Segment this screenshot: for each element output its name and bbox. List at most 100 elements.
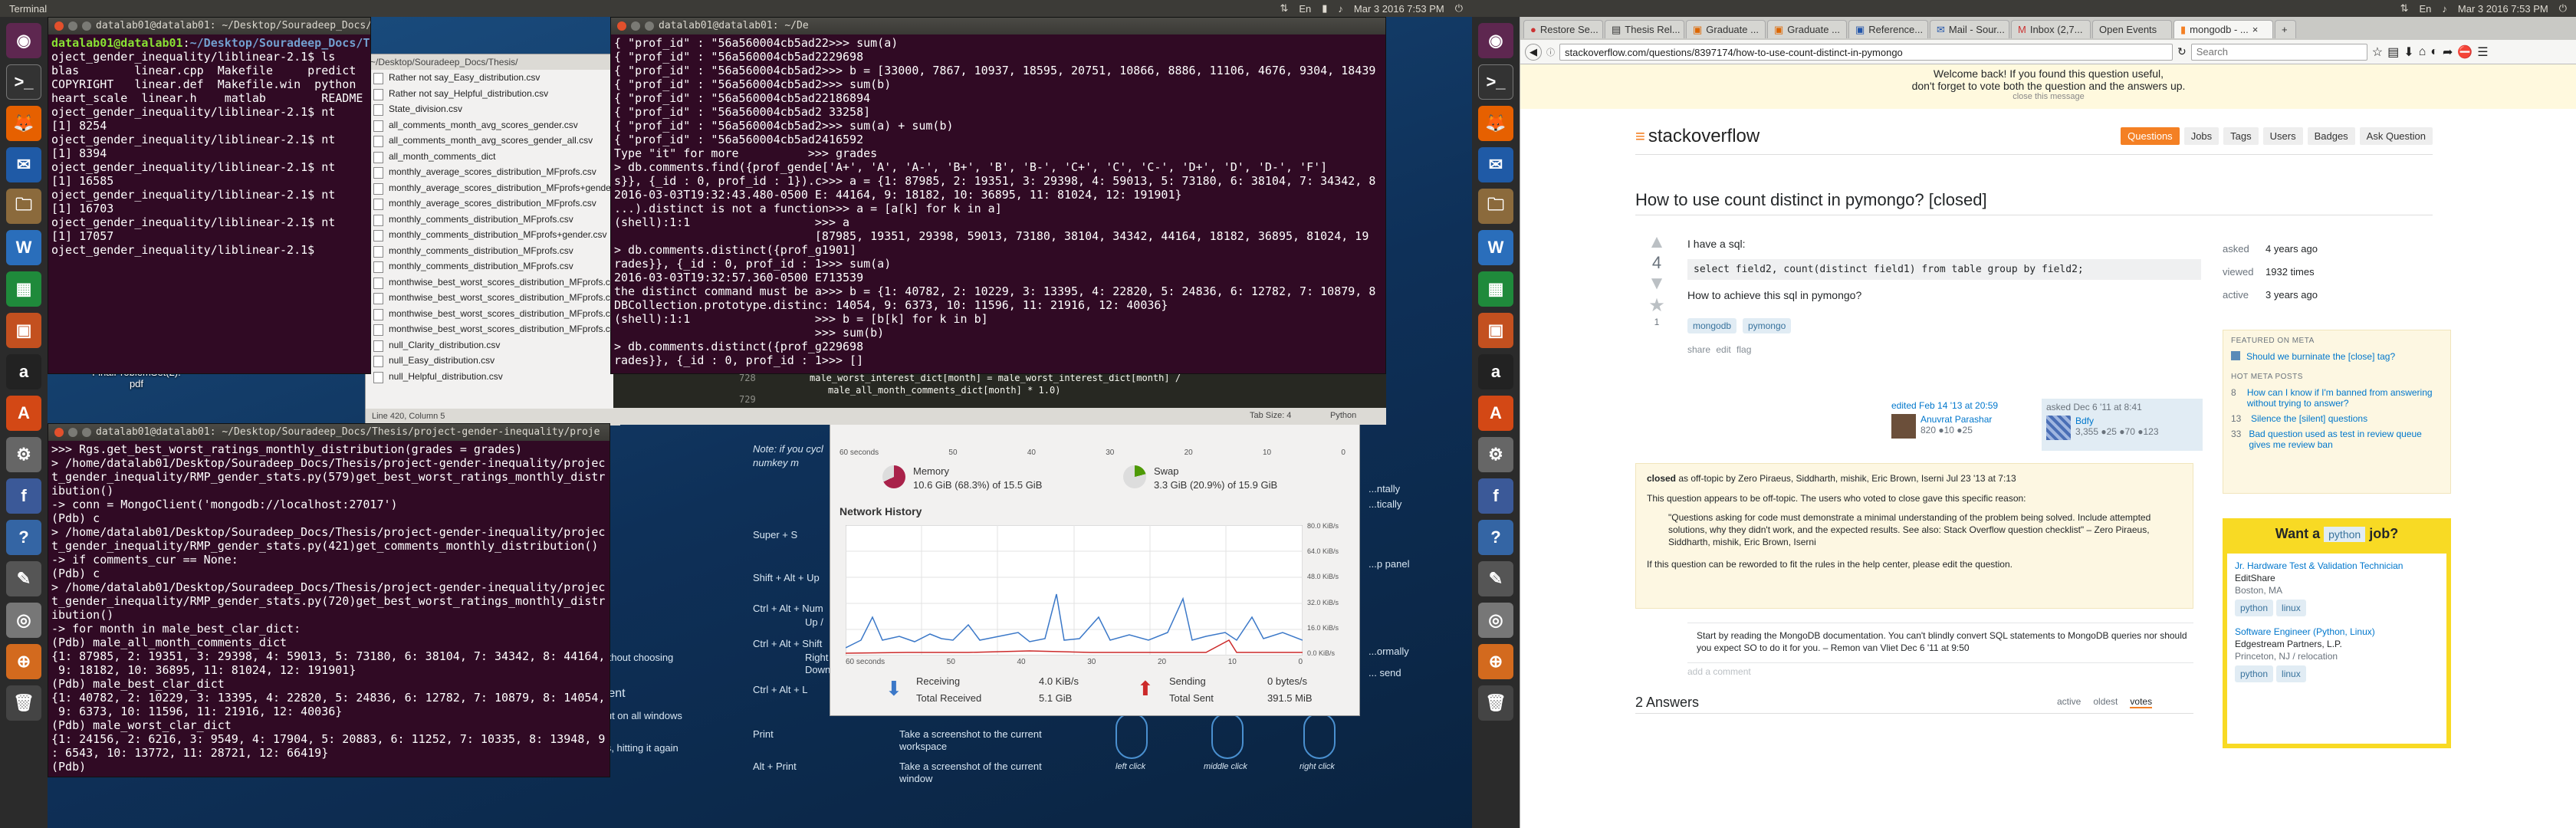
nav-questions[interactable]: Questions	[2121, 127, 2180, 145]
file-list-item[interactable]: monthly_comments_distribution_MFprofs.cs…	[366, 212, 619, 228]
battery-icon[interactable]: ▮	[1322, 2, 1327, 15]
close-icon[interactable]	[617, 21, 626, 31]
maximize-icon[interactable]	[82, 428, 91, 437]
dash-icon[interactable]: ◉	[1478, 23, 1513, 58]
browser-tab[interactable]: ▣ Reference...	[1848, 20, 1928, 38]
volume-icon[interactable]: ♪	[1338, 3, 1343, 15]
meta-link[interactable]: Should we burninate the [close] tag?	[2246, 351, 2395, 362]
trash-icon[interactable]: 🗑	[6, 685, 41, 721]
keyboard-icon[interactable]: En	[2420, 3, 2432, 15]
help-icon[interactable]: ?	[6, 520, 41, 555]
file-list-item[interactable]: monthwise_best_worst_scores_distribution…	[366, 321, 619, 337]
file-list-item[interactable]: monthwise_best_worst_scores_distribution…	[366, 306, 619, 322]
close-icon[interactable]	[54, 428, 64, 437]
download-icon[interactable]: ⬇	[2404, 44, 2413, 60]
file-list-item[interactable]: null_Helpful_distribution.csv	[366, 369, 619, 385]
settings-icon[interactable]: ⚙	[1478, 437, 1513, 472]
job-link[interactable]: Software Engineer (Python, Linux)	[2235, 626, 2439, 638]
nav-tags[interactable]: Tags	[2223, 127, 2259, 145]
search-field[interactable]	[2190, 43, 2367, 61]
help-icon[interactable]: ?	[1478, 520, 1513, 555]
pocket-icon[interactable]: ◐	[2430, 45, 2438, 59]
thunderbird-icon[interactable]: ✉	[6, 147, 41, 182]
tab-size[interactable]: Tab Size: 4	[1250, 411, 1291, 420]
clock[interactable]: Mar 3 2016 7:53 PM	[2458, 3, 2548, 15]
sort-active[interactable]: active	[2057, 696, 2081, 708]
amazon-icon[interactable]: a	[1478, 354, 1513, 389]
banner-close-link[interactable]: close this message	[1520, 92, 2576, 101]
terminal-liblinear[interactable]: datalab01@datalab01: ~/Desktop/Souradeep…	[48, 17, 371, 374]
settings-icon[interactable]: ⚙	[6, 437, 41, 472]
amazon-icon[interactable]: a	[6, 354, 41, 389]
file-list-item[interactable]: monthly_average_scores_distribution_MFpr…	[366, 196, 619, 212]
downvote-icon[interactable]: ▼	[1641, 273, 1672, 294]
asker-name[interactable]: Bdfy	[2075, 416, 2159, 426]
terminal-titlebar[interactable]: datalab01@datalab01: ~/Desktop/Souradeep…	[48, 424, 610, 441]
file-list-item[interactable]: Rather not say_Easy_distribution.csv	[366, 70, 619, 86]
terminal-titlebar[interactable]: datalab01@datalab01: ~/De	[611, 18, 1385, 34]
job-tag[interactable]: linux	[2276, 665, 2306, 682]
maximize-icon[interactable]	[645, 21, 654, 31]
post-actions[interactable]: share edit flag	[1687, 344, 2201, 355]
tag-mongodb[interactable]: mongodb	[1687, 318, 1737, 334]
tag-pymongo[interactable]: pymongo	[1742, 318, 1792, 334]
close-tab-icon[interactable]: ×	[2252, 24, 2259, 35]
browser-tab[interactable]: ▣ Graduate ...	[1686, 20, 1766, 38]
new-tab-button[interactable]: +	[2275, 20, 2296, 38]
file-list-item[interactable]: State_division.csv	[366, 101, 619, 117]
edited-time[interactable]: edited Feb 14 '13 at 20:59	[1891, 400, 2037, 411]
so-logo[interactable]: ≡ stackoverflow	[1635, 126, 1760, 147]
minimize-icon[interactable]	[631, 21, 640, 31]
font-viewer-icon[interactable]: A	[1478, 396, 1513, 431]
upvote-icon[interactable]: ▲	[1641, 232, 1672, 253]
power-icon[interactable]: ⏻	[1455, 2, 1463, 15]
files-icon[interactable]: 🗀	[6, 189, 41, 224]
terminal-icon[interactable]: >_	[6, 64, 41, 100]
sort-oldest[interactable]: oldest	[2093, 696, 2118, 708]
editor-name[interactable]: Anuvrat Parashar	[1921, 414, 1992, 425]
browser-tab[interactable]: ▣ Graduate ...	[1767, 20, 1847, 38]
adblock-icon[interactable]: ⛔	[2457, 44, 2472, 60]
job-link[interactable]: Jr. Hardware Test & Validation Technicia…	[2235, 560, 2439, 572]
volume-icon[interactable]: ♪	[2442, 3, 2447, 15]
back-icon[interactable]: ◀	[1525, 43, 1542, 61]
nav-ask-question[interactable]: Ask Question	[2359, 127, 2433, 145]
star-icon[interactable]: ☆	[2372, 44, 2383, 60]
facebook-icon[interactable]: f	[6, 478, 41, 514]
sort-votes[interactable]: votes	[2130, 696, 2153, 708]
minimize-icon[interactable]	[68, 21, 77, 31]
facebook-icon[interactable]: f	[1478, 478, 1513, 514]
impress-icon[interactable]: ▣	[6, 313, 41, 348]
file-list-item[interactable]: null_Easy_distribution.csv	[366, 353, 619, 369]
browser-tab[interactable]: M Inbox (2,7...	[2011, 20, 2091, 38]
minimize-icon[interactable]	[68, 428, 77, 437]
calc-icon[interactable]: ▦	[6, 271, 41, 307]
maximize-icon[interactable]	[82, 21, 91, 31]
file-list-item[interactable]: monthly_comments_distribution_MFprofs.cs…	[366, 258, 619, 274]
file-list-item[interactable]: monthly_average_scores_distribution_MFpr…	[366, 164, 619, 180]
job-tag[interactable]: python	[2235, 600, 2274, 616]
power-icon[interactable]: ⏻	[2559, 2, 2567, 15]
firefox-icon[interactable]: 🦊	[6, 106, 41, 141]
keyboard-icon[interactable]: En	[1299, 3, 1311, 15]
close-icon[interactable]	[54, 21, 64, 31]
nav-users[interactable]: Users	[2262, 127, 2303, 145]
file-list-item[interactable]: null_Clarity_distribution.csv	[366, 337, 619, 353]
firefox-icon[interactable]: 🦊	[1478, 106, 1513, 141]
job-tag[interactable]: linux	[2276, 600, 2306, 616]
file-list-item[interactable]: monthly_comments_distribution_MFprofs+ge…	[366, 227, 619, 243]
hot-link[interactable]: Bad question used as test in review queu…	[2249, 429, 2443, 450]
dash-icon[interactable]: ◉	[6, 23, 41, 58]
thunderbird-icon[interactable]: ✉	[1478, 147, 1513, 182]
file-list-item[interactable]: monthwise_best_worst_scores_distribution…	[366, 290, 619, 306]
nav-jobs[interactable]: Jobs	[2183, 127, 2220, 145]
software-center-icon[interactable]: ⊕	[1478, 644, 1513, 679]
browser-tab[interactable]: ● Restore Se...	[1523, 20, 1603, 38]
nav-badges[interactable]: Badges	[2307, 127, 2355, 145]
writer-icon[interactable]: W	[6, 230, 41, 265]
terminal-titlebar[interactable]: datalab01@datalab01: ~/Desktop/Souradeep…	[48, 18, 370, 34]
file-list-item[interactable]: monthly_average_scores_distribution_MFpr…	[366, 180, 619, 196]
font-viewer-icon[interactable]: A	[6, 396, 41, 431]
network-icon[interactable]: ⇅	[1280, 2, 1288, 15]
browser-tab[interactable]: ✉ Mail - Sour...	[1930, 20, 2009, 38]
